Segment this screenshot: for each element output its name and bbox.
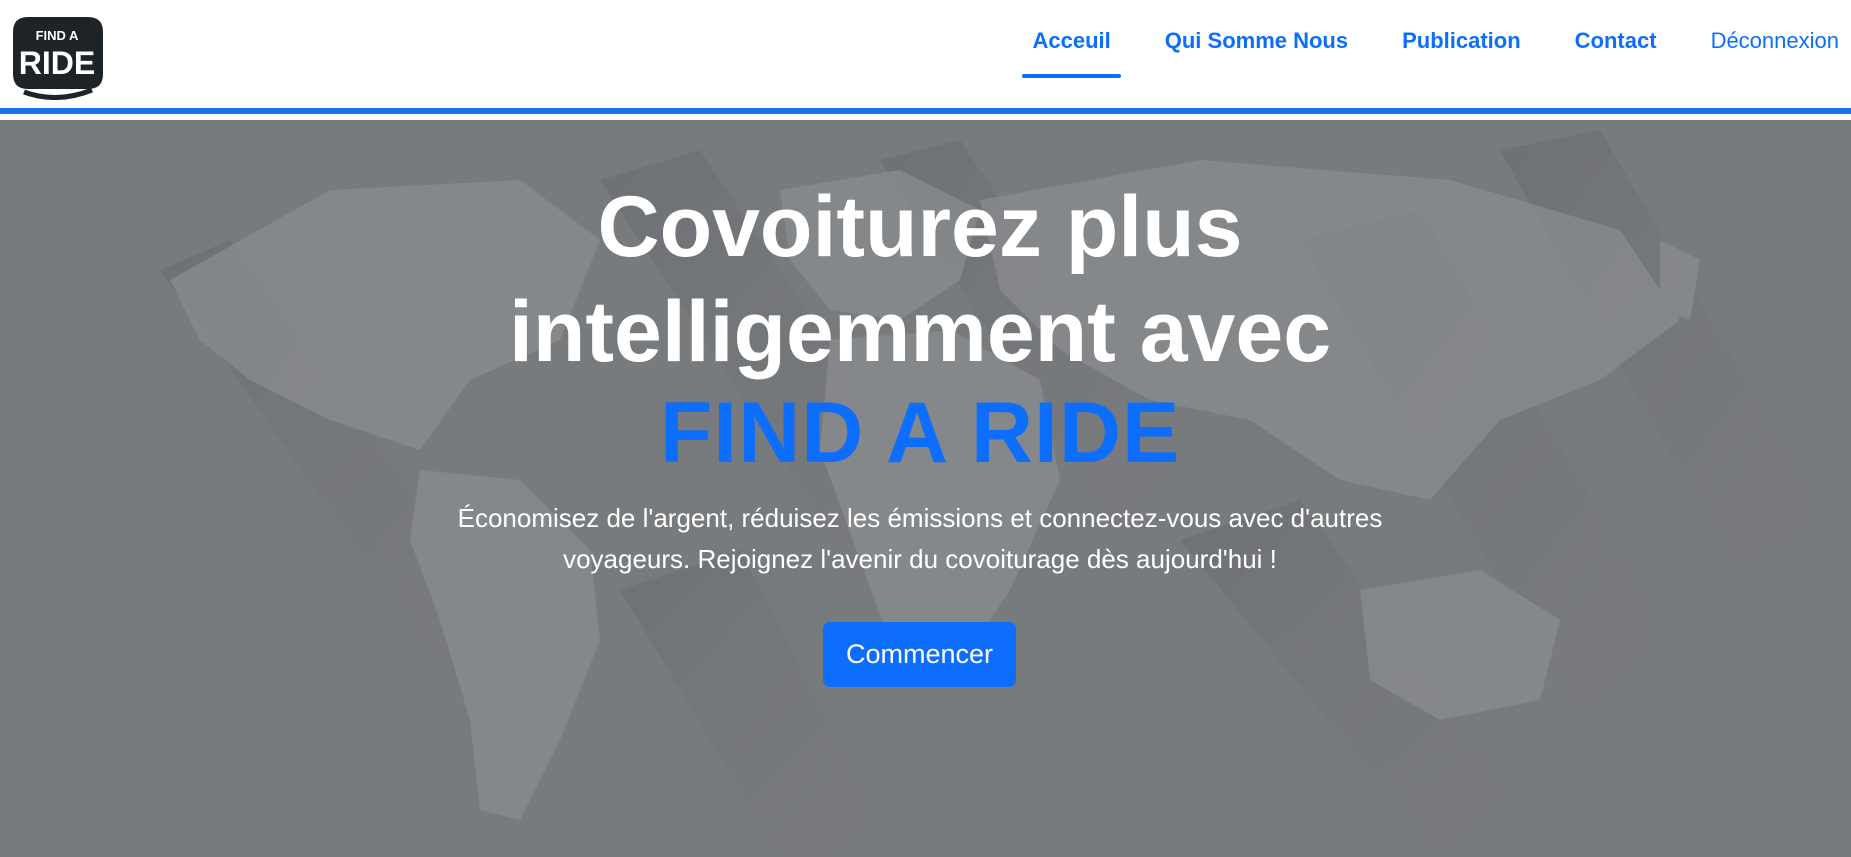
hero-subtitle-line-1: Économisez de l'argent, réduisez les émi… [457,503,1383,533]
nav-item-contact[interactable]: Contact [1565,0,1667,78]
hero-brand-text: FIND A RIDE [659,385,1181,481]
logo-small-text: FIND A [36,28,79,43]
hero-subtitle-line-2: voyageurs. Rejoignez l'avenir du covoitu… [563,544,1277,574]
commencer-button[interactable]: Commencer [823,622,1016,687]
hero-subtitle: Économisez de l'argent, réduisez les émi… [450,498,1390,580]
nav-item-deconnexion[interactable]: Déconnexion [1701,0,1849,78]
main-nav: Acceuil Qui Somme Nous Publication Conta… [1005,0,1851,108]
nav-item-acceuil[interactable]: Acceuil [1022,0,1122,78]
top-navbar: FIND A RIDE Acceuil Qui Somme Nous Publi… [0,0,1851,114]
hero-title: Covoiturez plus intelligemment avec [420,175,1420,385]
hero-title-line-2: intelligemment avec [508,284,1332,380]
hero-title-line-1: Covoiturez plus [597,179,1243,275]
nav-item-qui-somme-nous[interactable]: Qui Somme Nous [1155,0,1358,78]
find-a-ride-logo[interactable]: FIND A RIDE [4,12,110,100]
hero-section: Covoiturez plus intelligemment avec FIND… [0,120,1851,857]
logo-main-text: RIDE [19,45,95,81]
nav-item-publication[interactable]: Publication [1392,0,1531,78]
